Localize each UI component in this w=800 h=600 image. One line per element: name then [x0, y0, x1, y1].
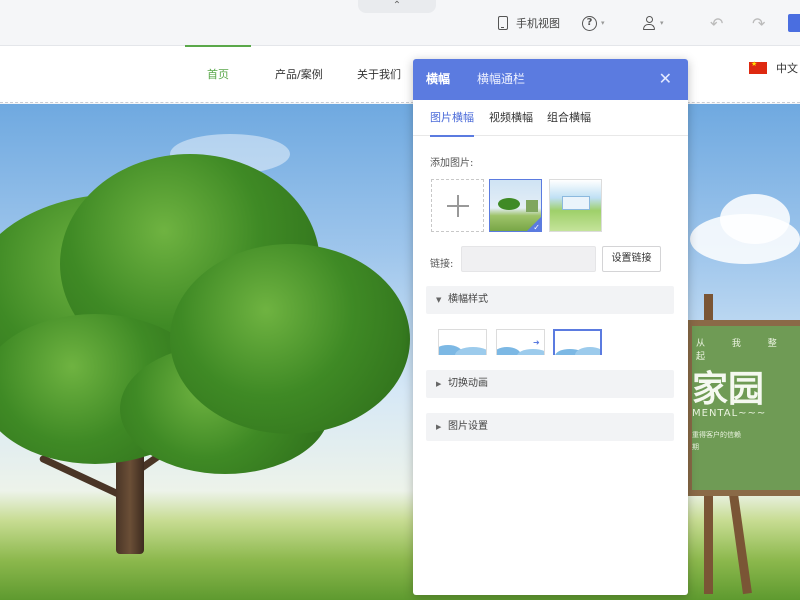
help-circle-icon: ? [582, 15, 597, 31]
signboard-line: 期 [692, 443, 699, 451]
add-image-button[interactable] [431, 179, 484, 232]
banner-style-option-selected[interactable] [553, 329, 602, 355]
editor-toolbar: ⌃ 手机视图 ? ▾ ▾ ↶ ↷ [0, 0, 800, 46]
publish-button-edge[interactable] [788, 14, 800, 32]
caret-right-icon: ▶ [436, 380, 442, 388]
caret-right-icon: ▶ [436, 423, 442, 431]
mobile-view-button[interactable]: 手机视图 [498, 12, 560, 34]
signboard-line: 重得客户的信赖 [692, 431, 741, 439]
banner-style-label: 横幅样式 [448, 294, 488, 305]
signboard-ticks: 从 我 整 起 [696, 339, 789, 362]
nav-item-about[interactable]: 关于我们 [357, 46, 401, 103]
chevron-down-icon: ▾ [660, 19, 664, 27]
nav-item-products[interactable]: 产品/案例 [275, 46, 323, 103]
banner-settings-panel: 横幅 横幅通栏 ✕ 图片横幅 视频横幅 组合横幅 添加图片: ✓ 链接: 设置链… [413, 59, 688, 595]
link-label: 链接: [430, 259, 454, 270]
nav-item-home[interactable]: 首页 [185, 45, 251, 103]
image-settings-section[interactable]: ▶ 图片设置 [426, 413, 674, 441]
chevron-down-icon: ▾ [601, 19, 605, 27]
tab-combo-banner[interactable]: 组合横幅 [547, 100, 591, 136]
tab-image-banner[interactable]: 图片横幅 [430, 100, 474, 137]
undo-icon: ↶ [710, 13, 724, 33]
tree-canopy [170, 244, 410, 434]
banner-type-tabs: 图片横幅 视频横幅 组合横幅 [413, 100, 688, 137]
signboard-english: MENTAL~~~ [692, 408, 767, 419]
image-settings-label: 图片设置 [448, 421, 488, 432]
switch-animation-section[interactable]: ▶ 切换动画 [426, 370, 674, 398]
help-button[interactable]: ? ▾ [582, 12, 605, 34]
panel-header: 横幅 横幅通栏 ✕ [413, 59, 688, 100]
user-icon [642, 15, 656, 31]
cloud [720, 194, 790, 244]
language-label: 中文 [776, 62, 798, 75]
add-image-label: 添加图片: [430, 158, 474, 169]
china-flag-icon [749, 60, 767, 74]
plus-icon [457, 195, 459, 217]
image-thumbnail[interactable] [549, 179, 602, 232]
check-icon: ✓ [533, 223, 540, 232]
banner-style-option[interactable] [438, 329, 487, 355]
redo-button[interactable]: ↷ [752, 12, 765, 34]
collapse-toolbar-button[interactable]: ⌃ [358, 0, 436, 13]
user-menu-button[interactable]: ▾ [642, 12, 664, 34]
sign-post [729, 493, 752, 595]
arrow-right-icon: ➜ [533, 338, 540, 347]
tab-video-banner[interactable]: 视频横幅 [489, 100, 533, 136]
language-switcher[interactable]: 中文 [749, 60, 798, 76]
banner-style-section[interactable]: ▼ 横幅样式 [426, 286, 674, 314]
link-input[interactable] [461, 246, 596, 272]
redo-icon: ↷ [752, 13, 766, 33]
caret-down-icon: ▼ [436, 296, 442, 304]
image-thumbnail-selected[interactable]: ✓ [489, 179, 542, 232]
mobile-phone-icon [498, 16, 508, 30]
undo-button[interactable]: ↶ [710, 12, 723, 34]
tab-banner[interactable]: 横幅 [426, 59, 450, 100]
close-icon[interactable]: ✕ [659, 70, 672, 88]
switch-animation-label: 切换动画 [448, 378, 488, 389]
signboard-title: 家园 [692, 369, 765, 410]
signboard: 从 我 整 起 家园 MENTAL~~~ 重得客户的信赖 期 [686, 320, 800, 496]
banner-style-option[interactable]: ➜ [496, 329, 545, 355]
set-link-button[interactable]: 设置链接 [602, 246, 661, 272]
mobile-view-label: 手机视图 [516, 17, 560, 30]
tab-full-width-banner[interactable]: 横幅通栏 [477, 59, 525, 100]
